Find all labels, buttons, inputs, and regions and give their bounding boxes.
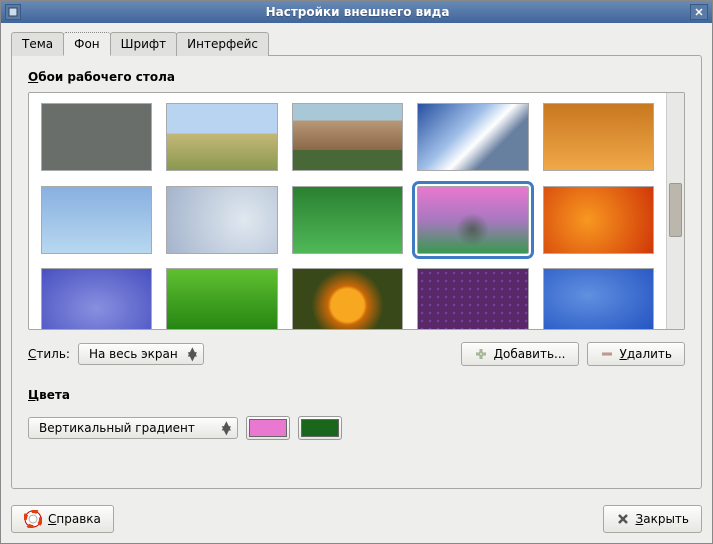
- titlebar: Настройки внешнего вида: [1, 1, 712, 23]
- wallpaper-thumb[interactable]: [41, 268, 152, 329]
- colors-section-label: Цвета: [28, 388, 685, 402]
- wallpaper-thumb[interactable]: [166, 268, 277, 329]
- help-button[interactable]: Справка: [11, 505, 114, 533]
- dialog-footer: Справка Закрыть: [1, 497, 712, 543]
- wallpaper-thumb[interactable]: [417, 103, 528, 171]
- wallpaper-list-box: [28, 92, 685, 330]
- tab-bar: Тема Фон Шрифт Интерфейс: [11, 31, 702, 55]
- gradient-combo[interactable]: Вертикальный градиент ▲▼: [28, 417, 238, 439]
- wallpaper-thumb[interactable]: [417, 268, 528, 329]
- wallpaper-thumb[interactable]: [41, 186, 152, 254]
- wallpaper-thumb-selected[interactable]: [417, 186, 528, 254]
- window-close-button[interactable]: [690, 4, 708, 20]
- combo-spinner-icon: ▲▼: [188, 349, 197, 359]
- close-icon: [695, 8, 703, 16]
- wallpaper-thumb[interactable]: [292, 103, 403, 171]
- tab-panel-background: Обои рабочего стола: [11, 55, 702, 489]
- style-combo-value: На весь экран: [89, 347, 178, 361]
- wallpaper-grid: [29, 93, 666, 329]
- wallpaper-thumb[interactable]: [543, 103, 654, 171]
- colors-row: Вертикальный градиент ▲▼: [28, 416, 685, 440]
- wallpaper-thumb[interactable]: [41, 103, 152, 171]
- add-button[interactable]: Добавить...: [461, 342, 579, 366]
- appearance-window: Настройки внешнего вида Тема Фон Шрифт И…: [0, 0, 713, 544]
- wallpaper-thumb[interactable]: [166, 103, 277, 171]
- wallpaper-scrollbar[interactable]: [666, 93, 684, 329]
- color2-button[interactable]: [298, 416, 342, 440]
- color1-button[interactable]: [246, 416, 290, 440]
- close-icon: [616, 512, 630, 526]
- app-icon: [5, 4, 21, 20]
- tab-theme[interactable]: Тема: [11, 32, 64, 56]
- wallpaper-thumb[interactable]: [292, 268, 403, 329]
- combo-spinner-icon: ▲▼: [222, 423, 231, 433]
- remove-button[interactable]: Удалить: [587, 342, 686, 366]
- help-icon: [24, 510, 42, 528]
- wallpaper-thumb[interactable]: [166, 186, 277, 254]
- close-button[interactable]: Закрыть: [603, 505, 702, 533]
- wallpaper-thumb[interactable]: [543, 268, 654, 329]
- tab-font[interactable]: Шрифт: [110, 32, 178, 56]
- gradient-combo-value: Вертикальный градиент: [39, 421, 195, 435]
- remove-icon: [600, 347, 614, 361]
- wallpaper-thumb[interactable]: [543, 186, 654, 254]
- wallpaper-section-label: Обои рабочего стола: [28, 70, 685, 84]
- window-title: Настройки внешнего вида: [25, 5, 690, 19]
- content-area: Тема Фон Шрифт Интерфейс Обои рабочего с…: [1, 23, 712, 497]
- add-icon: [474, 347, 488, 361]
- style-label: Стиль:: [28, 347, 70, 361]
- style-combo[interactable]: На весь экран ▲▼: [78, 343, 204, 365]
- style-row: Стиль: На весь экран ▲▼ Добавить... Удал…: [28, 342, 685, 366]
- tab-interface[interactable]: Интерфейс: [176, 32, 269, 56]
- tab-background[interactable]: Фон: [63, 32, 111, 56]
- scrollbar-thumb[interactable]: [669, 183, 682, 237]
- wallpaper-thumb[interactable]: [292, 186, 403, 254]
